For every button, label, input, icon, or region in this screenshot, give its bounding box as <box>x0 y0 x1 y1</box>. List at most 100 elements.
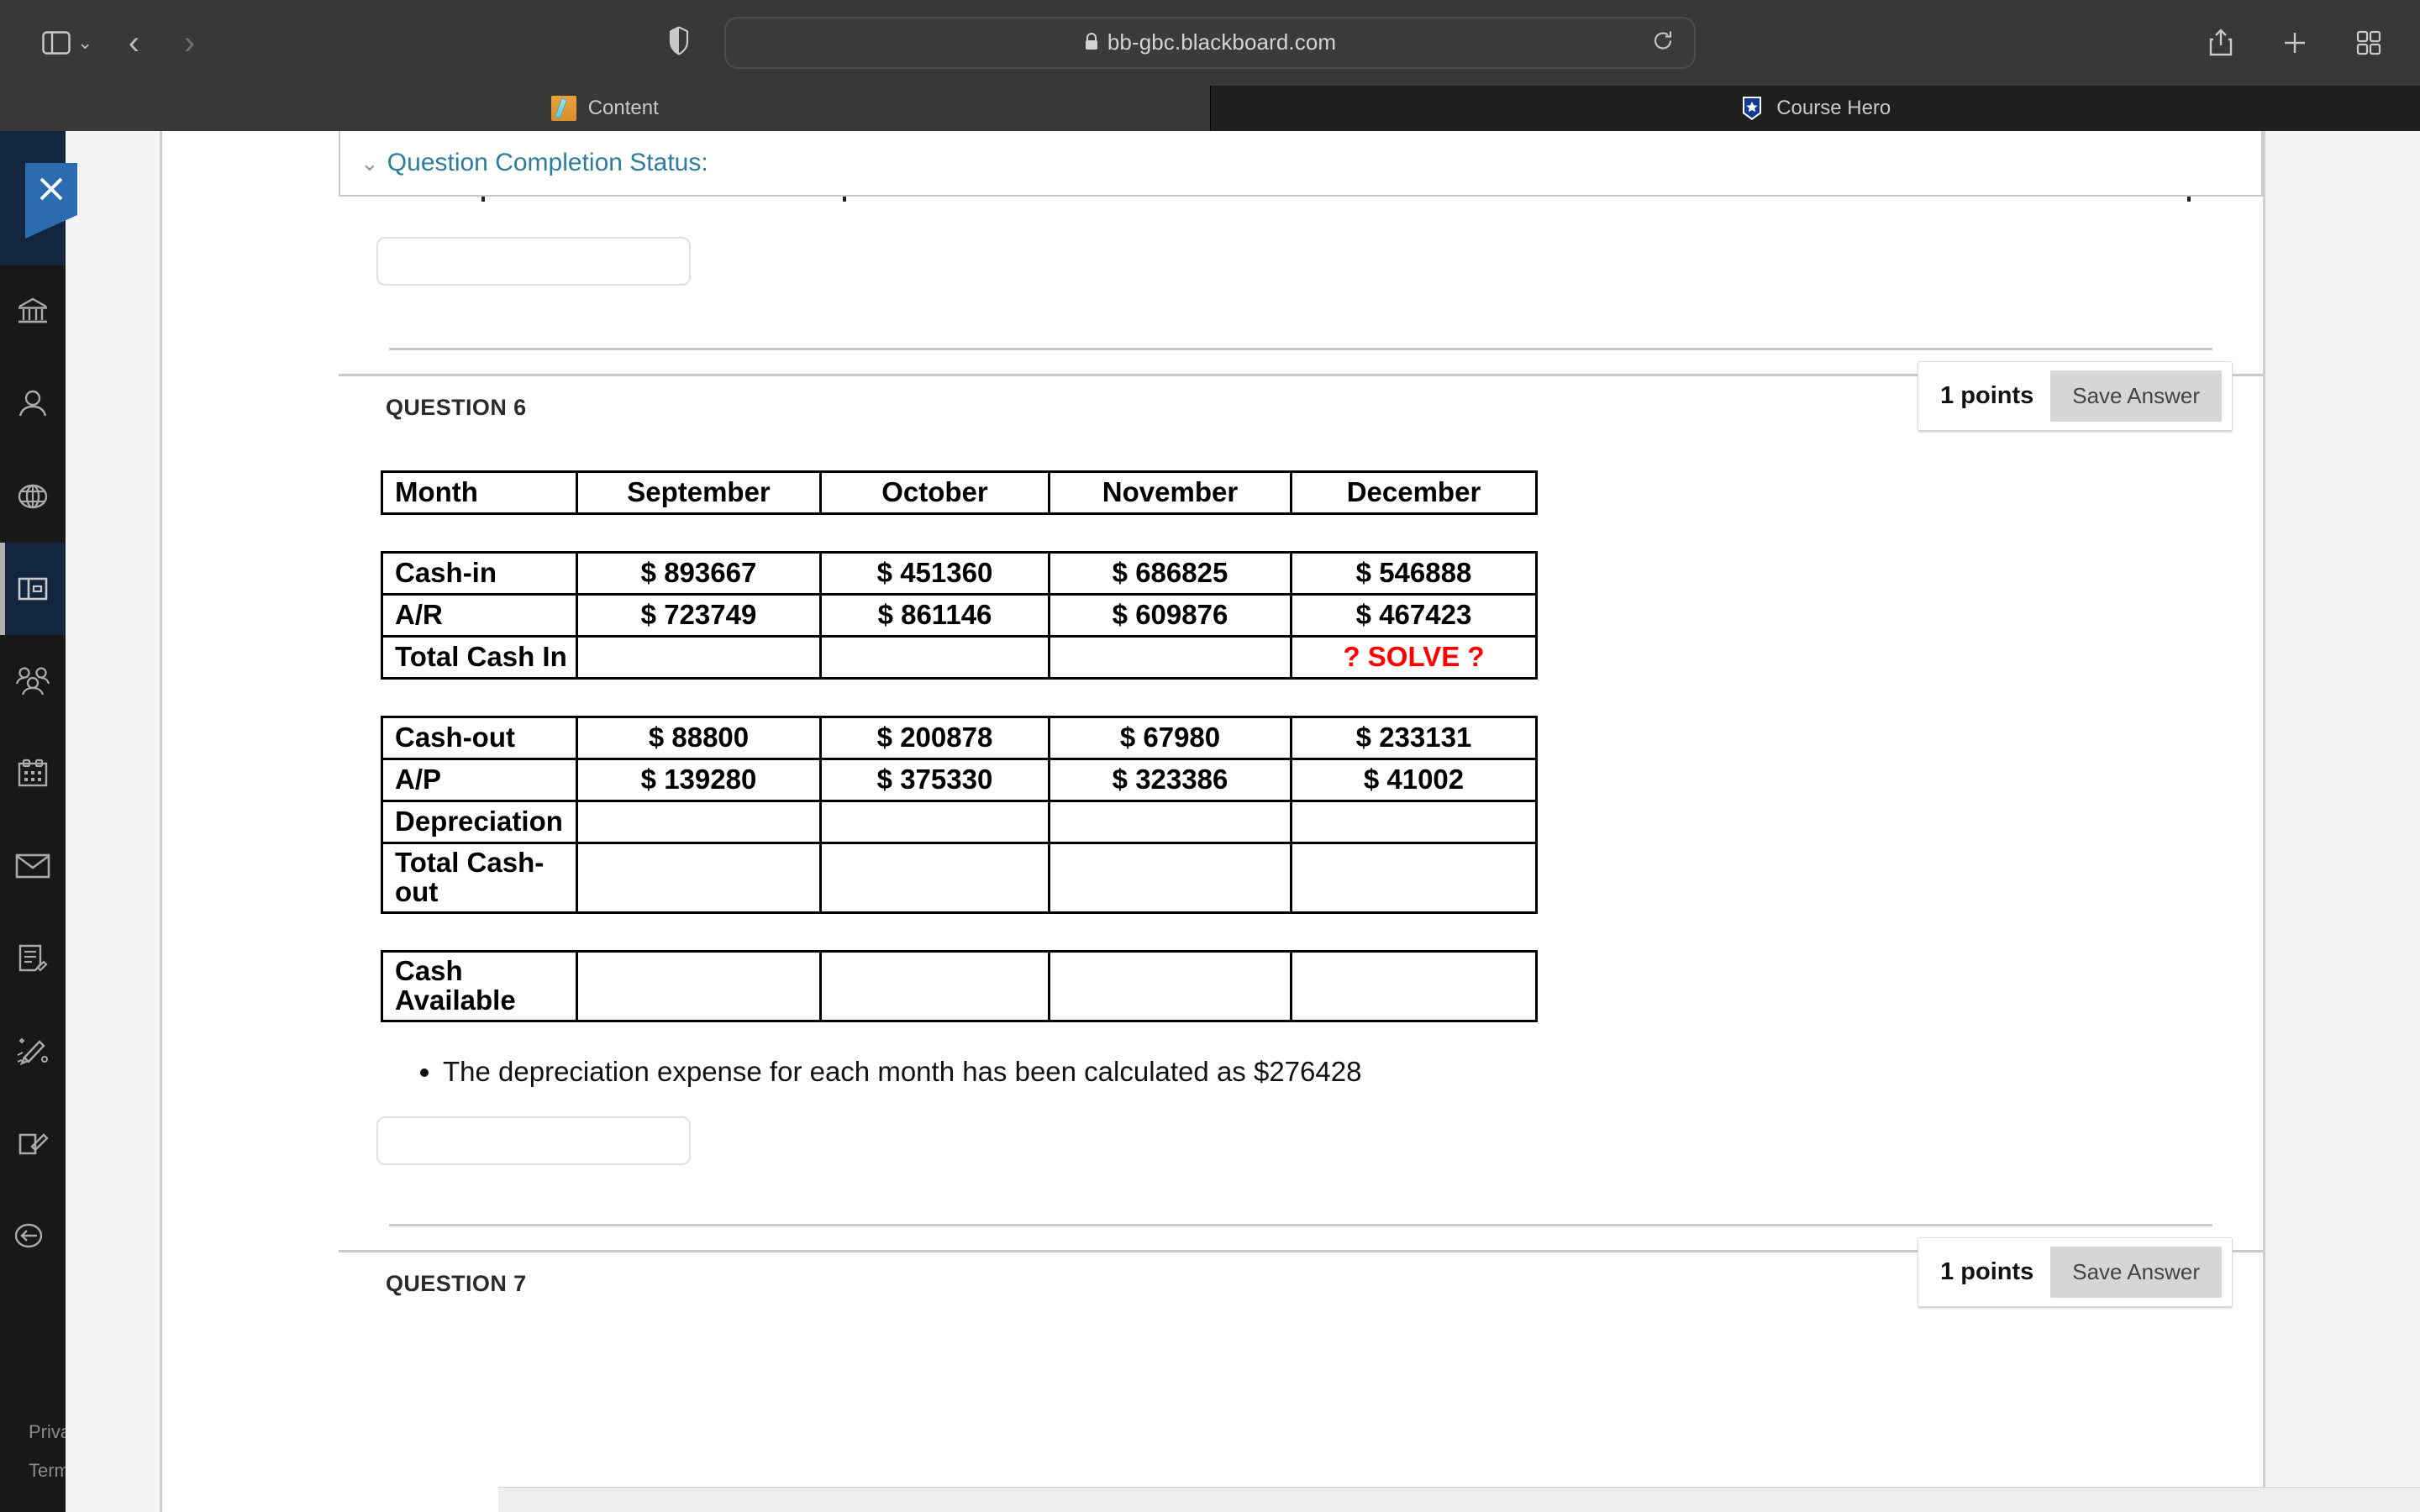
terms-link[interactable]: Term <box>29 1452 71 1490</box>
forward-button[interactable]: › <box>163 17 215 69</box>
sidebar-item-sign-out[interactable] <box>0 1189 66 1282</box>
sidebar-item-courses[interactable] <box>0 543 66 635</box>
row-value <box>1048 842 1292 914</box>
envelope-icon <box>15 853 50 879</box>
grades-document-icon <box>16 942 50 975</box>
row-value: $ 200878 <box>819 716 1050 760</box>
table-header-cell: October <box>819 470 1050 515</box>
address-bar[interactable]: bb-gbc.blackboard.com <box>724 17 1696 69</box>
compose-edit-icon <box>16 1126 50 1160</box>
row-label: Total Cash-out <box>381 842 578 914</box>
row-value: $ 723749 <box>576 593 822 638</box>
row-value <box>1048 800 1292 844</box>
submit-bar: Click Save and Submit to save and submit… <box>498 1487 2420 1512</box>
question-divider-bottom <box>389 1223 2212 1226</box>
row-value <box>1048 949 1292 1022</box>
row-value <box>576 949 822 1022</box>
person-icon <box>16 387 50 421</box>
page-right-gutter <box>2265 131 2420 1512</box>
row-value: $ 233131 <box>1290 716 1538 760</box>
sidebar-item-tools[interactable] <box>0 1005 66 1097</box>
pencil-notepad-icon <box>550 96 576 121</box>
sidebar-item-activity-stream[interactable] <box>0 450 66 543</box>
question-completion-status[interactable]: ⌄ Question Completion Status: <box>339 131 2263 197</box>
row-value: $ 41002 <box>1290 758 1538 802</box>
sidebar-item-grades[interactable] <box>0 912 66 1005</box>
question-completion-status-label: Question Completion Status: <box>387 149 708 176</box>
save-answer-button[interactable]: Save Answer <box>2050 370 2222 422</box>
next-question-label: QUESTION 7 <box>386 1270 527 1296</box>
question-label: QUESTION 6 <box>386 395 527 420</box>
row-label: Total Cash In <box>381 635 578 680</box>
sidebar-item-organizations[interactable] <box>0 635 66 727</box>
row-value: $ 609876 <box>1048 593 1292 638</box>
question-bullet-list: The depreciation expense for each month … <box>413 1056 2263 1088</box>
answer-input-q6[interactable] <box>376 1116 691 1165</box>
table-row: Cash Available <box>381 949 1538 1022</box>
table-spacer-row <box>381 911 1537 953</box>
question-points-panel: 1 points Save Answer <box>1918 361 2233 432</box>
sidebar-item-messages[interactable] <box>0 820 66 912</box>
share-icon[interactable] <box>2195 17 2247 69</box>
row-value: $ 375330 <box>819 758 1050 802</box>
browser-toolbar: ⌄ ‹ › bb-gbc.blackboard.com <box>0 0 2420 86</box>
table-header-row: Month September October November Decembe… <box>381 470 1538 515</box>
close-button-tail <box>25 215 77 239</box>
clipped-question-row <box>339 197 2263 225</box>
lock-icon <box>1084 31 1099 57</box>
new-tab-icon[interactable] <box>2269 17 2321 69</box>
table-row: Cash-out $ 88800 $ 200878 $ 67980 $ 2331… <box>381 716 1538 760</box>
row-value <box>1290 842 1538 914</box>
close-button[interactable] <box>25 163 77 215</box>
institution-icon <box>16 295 50 328</box>
tab-title: Content <box>587 97 659 119</box>
points-value: 1 points <box>1940 1257 2034 1285</box>
sign-out-icon <box>15 1219 50 1252</box>
table-row: Depreciation <box>381 800 1538 844</box>
sidebar-item-calendar[interactable] <box>0 727 66 820</box>
globe-icon <box>16 480 50 513</box>
question-divider <box>389 348 2212 350</box>
row-value <box>1048 635 1292 680</box>
table-header-cell: December <box>1290 470 1538 515</box>
table-spacer-row <box>381 512 1537 554</box>
chevron-down-icon[interactable]: ⌄ <box>77 32 92 54</box>
row-label: A/R <box>381 593 578 638</box>
row-value <box>1290 949 1538 1022</box>
privacy-shield-icon[interactable] <box>668 26 690 60</box>
tab-overview-icon[interactable] <box>2343 17 2395 69</box>
points-value: 1 points <box>1940 382 2034 409</box>
tab-title: Course Hero <box>1776 97 1891 119</box>
row-label: Cash Available <box>381 949 578 1022</box>
back-button[interactable]: ‹ <box>108 17 160 69</box>
page-area: Priva Term ⌄ Question Completion Status: <box>0 131 2420 1512</box>
sidebar-toggle-icon[interactable] <box>30 17 82 69</box>
row-label: Cash-out <box>381 716 578 760</box>
row-value <box>576 800 822 844</box>
row-value: $ 861146 <box>819 593 1050 638</box>
sidebar-item-admin[interactable] <box>0 1097 66 1189</box>
row-value: $ 139280 <box>576 758 822 802</box>
row-value <box>576 842 822 914</box>
sidebar-footer: Priva Term <box>29 1413 71 1490</box>
tab-course-hero[interactable]: Course Hero <box>1209 86 2420 131</box>
reload-icon[interactable] <box>1652 29 1674 57</box>
table-row: A/R $ 723749 $ 861146 $ 609876 $ 467423 <box>381 593 1538 638</box>
save-answer-button[interactable]: Save Answer <box>2050 1246 2222 1298</box>
groups-icon <box>15 664 50 698</box>
chevron-double-down-icon: ⌄ <box>360 150 379 176</box>
row-value: $ 67980 <box>1048 716 1292 760</box>
table-row: Total Cash-out <box>381 842 1538 914</box>
tab-content[interactable]: Content <box>0 86 1210 131</box>
sidebar-item-profile[interactable] <box>0 358 66 450</box>
row-value <box>1290 800 1538 844</box>
sidebar-item-institution[interactable] <box>0 265 66 358</box>
solve-marker: ? SOLVE ? <box>1290 635 1538 680</box>
row-value: $ 467423 <box>1290 593 1538 638</box>
table-header-cell: September <box>576 470 822 515</box>
answer-input-q5[interactable] <box>376 237 691 286</box>
table-header-cell: Month <box>381 470 578 515</box>
privacy-link[interactable]: Priva <box>29 1413 71 1452</box>
row-value <box>819 635 1050 680</box>
cash-flow-table: Month September October November Decembe… <box>381 470 1538 1022</box>
